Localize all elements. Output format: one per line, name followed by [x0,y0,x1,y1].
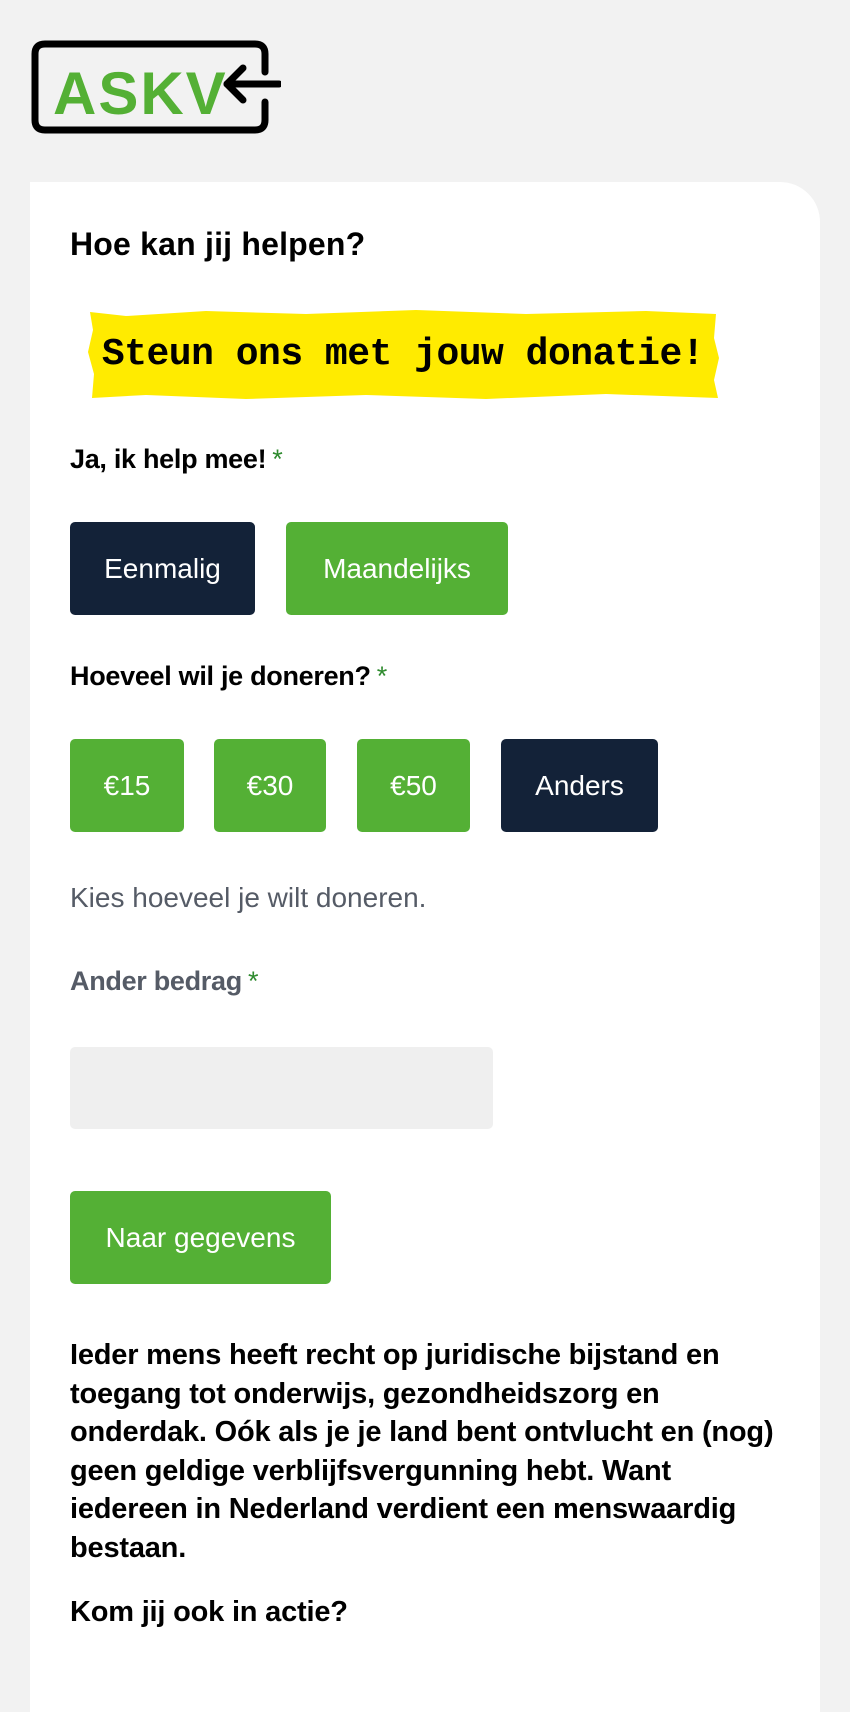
required-mark: * [376,661,388,691]
required-mark: * [247,966,259,996]
amount-option-30[interactable]: €30 [214,739,326,832]
cta-heading: Kom jij ook in actie? [70,1596,348,1628]
required-mark: * [272,444,283,474]
other-amount-label: Ander bedrag * [70,966,258,997]
askv-logo[interactable]: ASKV [31,40,281,134]
other-amount-input[interactable] [70,1047,493,1129]
amount-label: Hoeveel wil je doneren? * [70,661,387,692]
frequency-label: Ja, ik help mee! * [70,444,283,475]
amount-option-15[interactable]: €15 [70,739,184,832]
arrow-left-icon [223,64,281,104]
mission-text: Ieder mens heeft recht op juridische bij… [70,1339,774,1564]
logo-graphic: ASKV [31,40,281,134]
banner-text: Steun ons met jouw donatie! [101,332,705,376]
amount-option-50[interactable]: €50 [357,739,470,832]
donation-banner: Steun ons met jouw donatie! [86,308,720,400]
form-title: Hoe kan jij helpen? [70,226,366,262]
svg-text:ASKV: ASKV [53,60,228,127]
amount-help-text: Kies hoeveel je wilt doneren. [70,882,427,913]
frequency-option-maandelijks[interactable]: Maandelijks [286,522,508,615]
other-amount-label-text: Ander bedrag [70,966,242,996]
submit-button[interactable]: Naar gegevens [70,1191,331,1284]
amount-label-text: Hoeveel wil je doneren? [70,661,371,691]
frequency-option-eenmalig[interactable]: Eenmalig [70,522,255,615]
amount-option-anders[interactable]: Anders [501,739,658,832]
donation-card: Hoe kan jij helpen? Steun ons met jouw d… [30,182,820,1712]
frequency-label-text: Ja, ik help mee! [70,444,267,474]
